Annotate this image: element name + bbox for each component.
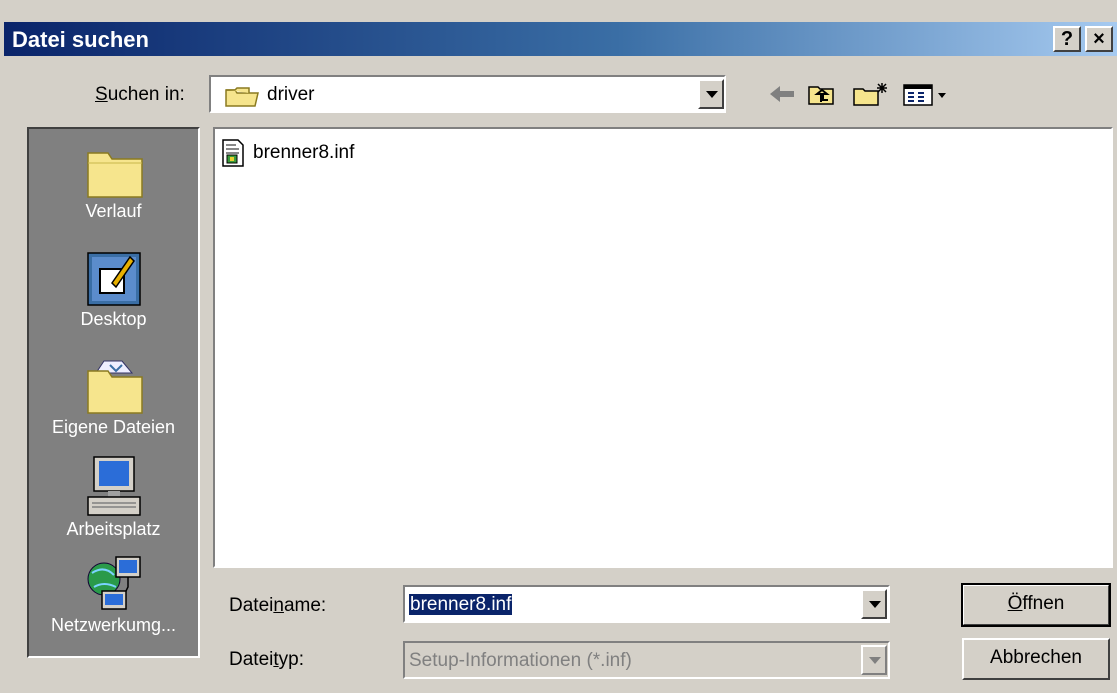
filename-value[interactable]: brenner8.inf	[409, 594, 513, 616]
filename-input[interactable]: brenner8.inf	[403, 585, 890, 623]
place-label: Desktop	[80, 309, 147, 329]
chevron-down-icon	[869, 601, 881, 608]
filetype-dropdown-button[interactable]	[861, 645, 887, 675]
filetype-label: Dateityp:	[229, 649, 304, 670]
view-menu-icon[interactable]	[902, 81, 948, 107]
network-icon	[87, 556, 141, 610]
filetype-value: Setup-Informationen (*.inf)	[409, 650, 632, 671]
filename-label: Dateiname:	[229, 595, 327, 616]
place-arbeitsplatz[interactable]: Arbeitsplatz	[29, 455, 198, 540]
back-icon[interactable]	[768, 81, 796, 107]
chevron-down-icon	[869, 657, 881, 664]
file-name: brenner8.inf	[253, 142, 355, 163]
place-eigene-dateien[interactable]: Eigene Dateien	[29, 357, 198, 438]
place-verlauf[interactable]: Verlauf	[29, 141, 198, 222]
close-button[interactable]: ×	[1085, 26, 1113, 52]
file-open-dialog: Datei suchen ? × Suchen in: driver Verla…	[0, 0, 1117, 693]
my-documents-icon	[86, 360, 143, 414]
open-button[interactable]: Öffnen	[961, 583, 1111, 627]
place-label: Verlauf	[85, 201, 142, 221]
window-title: Datei suchen	[12, 27, 149, 52]
place-label: Eigene Dateien	[51, 417, 176, 437]
place-label: Arbeitsplatz	[66, 519, 161, 539]
folder-icon	[225, 87, 259, 107]
lookin-label: Suchen in:	[95, 84, 185, 105]
history-icon	[86, 152, 143, 198]
my-computer-icon	[86, 456, 141, 516]
new-folder-icon[interactable]	[852, 81, 890, 107]
chevron-down-icon	[706, 91, 718, 98]
inf-file-icon	[222, 139, 244, 167]
help-button[interactable]: ?	[1053, 26, 1081, 52]
filename-dropdown-button[interactable]	[861, 589, 887, 619]
place-desktop[interactable]: Desktop	[29, 249, 198, 330]
place-netzwerkumgebung[interactable]: Netzwerkumg...	[29, 553, 198, 636]
cancel-button[interactable]: Abbrechen	[962, 638, 1110, 680]
lookin-combobox[interactable]: driver	[209, 75, 726, 113]
desktop-icon	[86, 252, 141, 306]
up-folder-icon[interactable]	[807, 81, 837, 107]
lookin-dropdown-button[interactable]	[698, 79, 724, 109]
title-bar[interactable]: Datei suchen ? ×	[4, 22, 1117, 56]
filetype-select[interactable]: Setup-Informationen (*.inf)	[403, 641, 890, 679]
file-list[interactable]: brenner8.inf	[213, 127, 1113, 568]
places-bar: Verlauf Desktop Eigene Dateien Arbeitspl…	[27, 127, 200, 658]
place-label: Netzwerkumg...	[50, 615, 177, 635]
lookin-value: driver	[267, 84, 315, 105]
